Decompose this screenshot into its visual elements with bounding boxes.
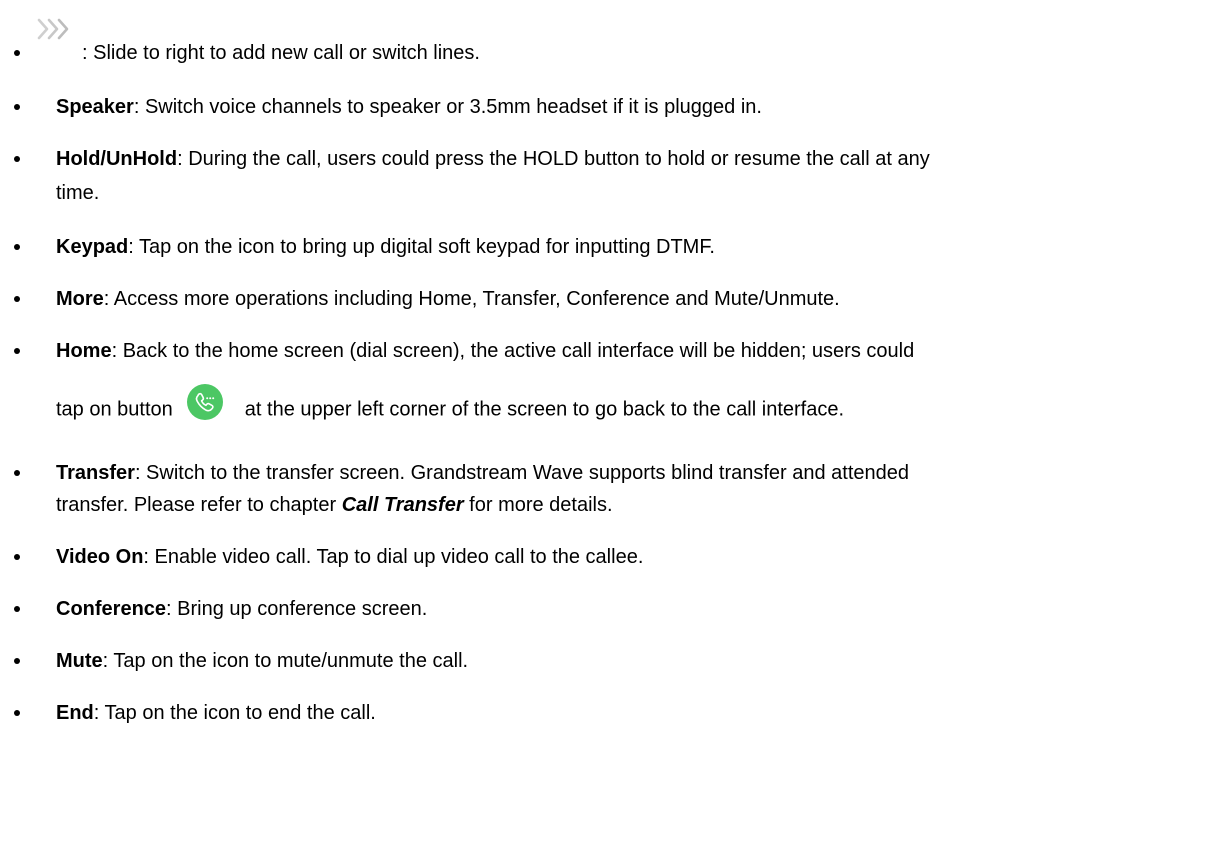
item-text: : Slide to right to add new call or swit… xyxy=(82,42,480,64)
item-term: Keypad xyxy=(56,236,129,258)
item-text-line2: tap on button at the upper left corner o… xyxy=(56,384,1206,428)
bullet xyxy=(14,142,20,176)
item-text: Hold/UnHold: During the call, users coul… xyxy=(56,142,1206,176)
item-term: Hold/UnHold xyxy=(56,148,178,170)
bullet xyxy=(14,456,20,490)
call-bubble-icon xyxy=(186,384,223,420)
item-description: : Access more operations including Home,… xyxy=(103,288,840,310)
bullet xyxy=(14,540,20,574)
item-term: Transfer xyxy=(56,462,135,484)
item-term: Speaker xyxy=(56,96,134,118)
item-text-post: at the upper left corner of the screen t… xyxy=(244,398,845,421)
item-term: Mute xyxy=(56,650,103,672)
item-description: : Switch voice channels to speaker or 3.… xyxy=(133,96,762,118)
item-text: Video On: Enable video call. Tap to dial… xyxy=(56,540,1206,574)
item-description: : Tap on the icon to end the call. xyxy=(93,702,376,724)
item-text: Mute: Tap on the icon to mute/unmute the… xyxy=(56,644,1206,678)
item-description: : Tap on the icon to bring up digital so… xyxy=(128,236,715,258)
item-text: Home: Back to the home screen (dial scre… xyxy=(56,334,1206,368)
item-text: Transfer: Switch to the transfer screen.… xyxy=(56,456,1206,490)
item-term: More xyxy=(56,288,104,310)
item-description: : Enable video call. Tap to dial up vide… xyxy=(143,546,644,568)
item-text: Keypad: Tap on the icon to bring up digi… xyxy=(56,230,1206,264)
bullet xyxy=(14,282,20,316)
item-description: : Switch to the transfer screen. Grandst… xyxy=(134,462,910,484)
item-text-pre: tap on button xyxy=(56,398,173,421)
bullet xyxy=(14,696,20,730)
item-text-pre: transfer. Please refer to chapter xyxy=(56,494,342,516)
bullet xyxy=(14,230,20,264)
item-term: End xyxy=(56,702,94,724)
bullet xyxy=(14,592,20,626)
bullet xyxy=(14,644,20,678)
item-description: : Bring up conference screen. xyxy=(166,598,428,620)
item-term: Conference xyxy=(56,598,167,620)
bullet xyxy=(14,36,20,70)
item-text-line2: time. xyxy=(56,182,100,204)
item-term: Video On xyxy=(56,546,144,568)
item-description: : Tap on the icon to mute/unmute the cal… xyxy=(102,650,469,672)
chapter-reference: Call Transfer xyxy=(341,494,464,516)
item-term: Home xyxy=(56,340,112,362)
item-text: Speaker: Switch voice channels to speake… xyxy=(56,90,1206,124)
item-description: : Back to the home screen (dial screen),… xyxy=(111,340,915,362)
item-text-post: for more details. xyxy=(463,494,613,516)
bullet xyxy=(14,334,20,368)
item-text: Conference: Bring up conference screen. xyxy=(56,592,1206,626)
item-description: : During the call, users could press the… xyxy=(177,148,930,170)
item-text: End: Tap on the icon to end the call. xyxy=(56,696,1206,730)
bullet xyxy=(14,90,20,124)
item-text-line2: transfer. Please refer to chapter Call T… xyxy=(56,488,1206,522)
item-text: More: Access more operations including H… xyxy=(56,282,1206,316)
chevron-double-right-icon xyxy=(37,18,69,40)
